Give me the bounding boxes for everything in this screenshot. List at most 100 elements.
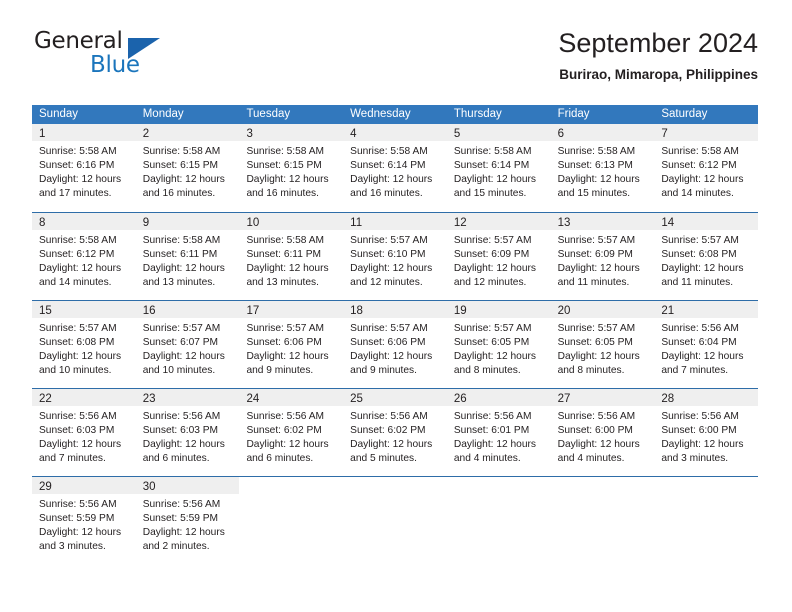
daylight-text-line1: Daylight: 12 hours	[39, 174, 122, 185]
general-blue-logo[interactable]: General Blue	[32, 26, 242, 88]
day-number-band: 28	[654, 389, 759, 406]
day-number: 3	[246, 128, 253, 140]
day-number: 23	[142, 393, 156, 405]
sunrise-text: Sunrise: 5:57 AM	[246, 323, 325, 334]
day-number: 14	[661, 217, 675, 229]
day-number-band	[550, 477, 655, 494]
sunset-text: Sunset: 6:05 PM	[453, 337, 530, 348]
daylight-text-line2: and 16 minutes.	[246, 188, 319, 199]
daylight-text-line2: and 8 minutes.	[453, 365, 521, 376]
day-sun-info: Sunrise: 5:58 AM Sunset: 6:12 PM Daylight:…	[654, 141, 758, 201]
day-number: 2	[142, 128, 150, 140]
calendar-day-cell[interactable]: 23 Sunrise: 5:56 AM Sunset: 6:03 PM Dayligh…	[135, 389, 240, 476]
calendar-day-cell-empty	[550, 477, 655, 564]
daylight-text-line2: and 7 minutes.	[661, 365, 729, 376]
day-sun-info: Sunrise: 5:57 AM Sunset: 6:08 PM Daylight:…	[654, 230, 758, 290]
day-number: 6	[557, 128, 564, 140]
calendar-day-cell[interactable]: 12 Sunrise: 5:57 AM Sunset: 6:09 PM Dayligh…	[446, 213, 551, 300]
calendar-day-cell[interactable]: 5 Sunrise: 5:58 AM Sunset: 6:14 PM Daylight…	[446, 124, 551, 212]
sunset-text: Sunset: 6:03 PM	[39, 425, 115, 436]
day-sun-info: Sunrise: 5:56 AM Sunset: 5:59 PM Daylight:…	[136, 494, 240, 554]
day-number-band: 2	[135, 124, 240, 141]
day-number-band: 29	[32, 477, 136, 494]
day-sun-info: Sunrise: 5:56 AM Sunset: 6:02 PM Daylight:…	[239, 406, 343, 466]
day-number-band: 22	[32, 389, 136, 406]
calendar-day-cell[interactable]: 24 Sunrise: 5:56 AM Sunset: 6:02 PM Dayligh…	[239, 389, 344, 476]
day-number: 17	[246, 305, 260, 317]
calendar-day-cell[interactable]: 10 Sunrise: 5:58 AM Sunset: 6:11 PM Dayligh…	[239, 213, 344, 300]
calendar-day-cell[interactable]: 14 Sunrise: 5:57 AM Sunset: 6:08 PM Dayligh…	[654, 213, 759, 300]
day-number-band: 27	[550, 389, 655, 406]
weekday-header-row: Sunday Monday Tuesday Wednesday Thursday…	[32, 105, 758, 124]
day-sun-info: Sunrise: 5:58 AM Sunset: 6:13 PM Daylight:…	[551, 141, 655, 201]
daylight-text-line1: Daylight: 12 hours	[142, 527, 225, 538]
day-number: 16	[142, 305, 156, 317]
calendar-day-cell[interactable]: 13 Sunrise: 5:57 AM Sunset: 6:09 PM Dayligh…	[550, 213, 655, 300]
calendar-day-cell[interactable]: 8 Sunrise: 5:58 AM Sunset: 6:12 PM Daylight…	[32, 213, 136, 300]
calendar-day-cell[interactable]: 1 Sunrise: 5:58 AM Sunset: 6:16 PM Daylight…	[32, 124, 136, 212]
daylight-text-line2: and 3 minutes.	[39, 541, 106, 552]
day-sun-info: Sunrise: 5:58 AM Sunset: 6:12 PM Daylight:…	[32, 230, 136, 290]
calendar-day-cell[interactable]: 9 Sunrise: 5:58 AM Sunset: 6:11 PM Daylight…	[135, 213, 240, 300]
calendar-day-cell[interactable]: 6 Sunrise: 5:58 AM Sunset: 6:13 PM Daylight…	[550, 124, 655, 212]
calendar-day-cell[interactable]: 4 Sunrise: 5:58 AM Sunset: 6:14 PM Daylight…	[343, 124, 447, 212]
daylight-text-line1: Daylight: 12 hours	[246, 351, 329, 362]
day-number-band: 8	[32, 213, 136, 230]
sunrise-text: Sunrise: 5:56 AM	[39, 411, 117, 422]
sunset-text: Sunset: 6:01 PM	[453, 425, 530, 436]
daylight-text-line1: Daylight: 12 hours	[142, 174, 225, 185]
daylight-text-line2: and 11 minutes.	[661, 277, 734, 288]
day-number-band: 7	[654, 124, 759, 141]
calendar-day-cell[interactable]: 2 Sunrise: 5:58 AM Sunset: 6:15 PM Daylight…	[135, 124, 240, 212]
calendar-day-cell[interactable]: 15 Sunrise: 5:57 AM Sunset: 6:08 PM Dayligh…	[32, 301, 136, 388]
weekday-header-friday: Friday	[557, 108, 590, 120]
calendar-day-cell[interactable]: 26 Sunrise: 5:56 AM Sunset: 6:01 PM Dayligh…	[446, 389, 551, 476]
calendar-day-cell[interactable]: 21 Sunrise: 5:56 AM Sunset: 6:04 PM Dayligh…	[654, 301, 759, 388]
calendar-day-cell[interactable]: 22 Sunrise: 5:56 AM Sunset: 6:03 PM Dayligh…	[32, 389, 136, 476]
daylight-text-line1: Daylight: 12 hours	[661, 263, 744, 274]
day-number-band: 13	[550, 213, 655, 230]
calendar-day-cell[interactable]: 19 Sunrise: 5:57 AM Sunset: 6:05 PM Dayligh…	[446, 301, 551, 388]
calendar-day-cell[interactable]: 20 Sunrise: 5:57 AM Sunset: 6:05 PM Dayligh…	[550, 301, 655, 388]
day-number-band	[446, 477, 551, 494]
day-number: 8	[39, 217, 46, 229]
sunset-text: Sunset: 6:15 PM	[246, 160, 322, 171]
day-number-band: 21	[654, 301, 759, 318]
day-sun-info: Sunrise: 5:57 AM Sunset: 6:09 PM Daylight:…	[551, 230, 655, 290]
sunset-text: Sunset: 6:13 PM	[557, 160, 633, 171]
day-number: 30	[142, 481, 156, 493]
calendar-day-cell[interactable]: 3 Sunrise: 5:58 AM Sunset: 6:15 PM Daylight…	[239, 124, 344, 212]
sunrise-text: Sunrise: 5:58 AM	[557, 146, 636, 157]
sunrise-text: Sunrise: 5:56 AM	[246, 411, 325, 422]
day-number-band: 6	[550, 124, 655, 141]
day-number-band: 24	[239, 389, 344, 406]
calendar-day-cell[interactable]: 29 Sunrise: 5:56 AM Sunset: 5:59 PM Dayligh…	[32, 477, 136, 564]
calendar-day-cell[interactable]: 7 Sunrise: 5:58 AM Sunset: 6:12 PM Daylight…	[654, 124, 759, 212]
calendar-day-cell[interactable]: 17 Sunrise: 5:57 AM Sunset: 6:06 PM Dayligh…	[239, 301, 344, 388]
daylight-text-line1: Daylight: 12 hours	[39, 439, 122, 450]
day-sun-info: Sunrise: 5:58 AM Sunset: 6:15 PM Daylight:…	[239, 141, 343, 201]
calendar-day-cell[interactable]: 30 Sunrise: 5:56 AM Sunset: 5:59 PM Dayligh…	[135, 477, 240, 564]
day-sun-info: Sunrise: 5:56 AM Sunset: 6:03 PM Daylight:…	[32, 406, 136, 466]
calendar-day-cell[interactable]: 11 Sunrise: 5:57 AM Sunset: 6:10 PM Dayligh…	[343, 213, 447, 300]
day-number: 20	[557, 305, 571, 317]
sunset-text: Sunset: 6:10 PM	[350, 249, 426, 260]
calendar-week-row: 29 Sunrise: 5:56 AM Sunset: 5:59 PM Dayligh…	[32, 476, 759, 564]
sunrise-text: Sunrise: 5:58 AM	[453, 146, 532, 157]
sunset-text: Sunset: 6:04 PM	[661, 337, 737, 348]
day-number-band: 30	[135, 477, 240, 494]
daylight-text-line2: and 5 minutes.	[350, 453, 417, 464]
day-number: 10	[246, 217, 260, 229]
calendar-day-cell[interactable]: 18 Sunrise: 5:57 AM Sunset: 6:06 PM Dayligh…	[343, 301, 447, 388]
calendar-day-cell[interactable]: 25 Sunrise: 5:56 AM Sunset: 6:02 PM Dayligh…	[343, 389, 447, 476]
day-sun-info: Sunrise: 5:57 AM Sunset: 6:06 PM Daylight:…	[239, 318, 343, 378]
sunrise-text: Sunrise: 5:58 AM	[142, 235, 221, 246]
weekday-header-tuesday: Tuesday	[246, 108, 291, 120]
calendar-day-cell[interactable]: 28 Sunrise: 5:56 AM Sunset: 6:00 PM Dayligh…	[654, 389, 759, 476]
day-number: 7	[661, 128, 668, 140]
calendar-day-cell[interactable]: 27 Sunrise: 5:56 AM Sunset: 6:00 PM Dayligh…	[550, 389, 655, 476]
daylight-text-line2: and 4 minutes.	[557, 453, 625, 464]
page-header: General Blue September 2024 Burirao, Mim…	[32, 26, 758, 94]
calendar-day-cell[interactable]: 16 Sunrise: 5:57 AM Sunset: 6:07 PM Dayligh…	[135, 301, 240, 388]
sunset-text: Sunset: 6:11 PM	[246, 249, 321, 260]
